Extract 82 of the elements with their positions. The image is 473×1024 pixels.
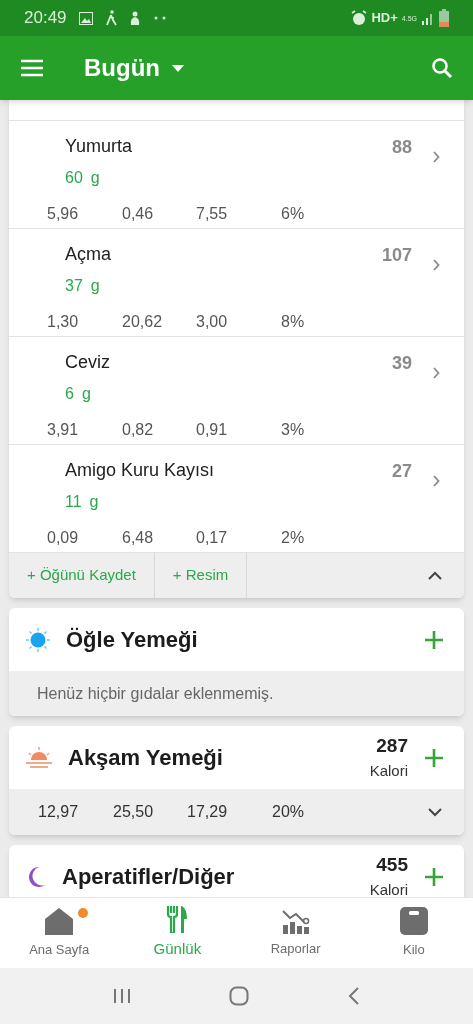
food-unit: g [89,492,99,512]
food-unit: g [81,384,91,404]
meal-title: Akşam Yemeği [68,744,223,772]
macro-value: 6,48 [122,528,155,548]
image-icon [78,11,93,25]
chevron-right-icon[interactable] [432,151,440,163]
food-name: Amigo Kuru Kayısı [65,459,216,482]
walking-icon [104,10,117,26]
macro-value: 5,96 [47,204,80,224]
add-icon[interactable] [424,629,444,650]
expand-icon[interactable] [428,807,442,817]
food-unit: g [90,276,100,296]
fork-knife-icon [166,905,189,934]
network-label: HD+ [371,9,398,28]
macro-value: 0,46 [122,204,155,224]
add-icon[interactable] [424,747,444,768]
more-notifications-icon [152,16,167,20]
recent-apps-icon[interactable] [113,988,132,1004]
collapse-icon[interactable] [428,571,442,580]
macro-value: 3,91 [47,420,80,440]
macro-value: 3% [281,420,306,440]
calories-label: Kalori [369,881,408,897]
clock-time: 20:49 [24,7,67,30]
food-row[interactable]: Yumurta 60 g 5,96 0,46 7,55 6% 88 [9,121,464,229]
date-dropdown[interactable]: Bugün [84,50,184,86]
meal-title: Aperatifler/Diğer [62,863,235,891]
chevron-right-icon[interactable] [432,367,440,379]
food-row[interactable]: Açma 37 g 1,30 20,62 3,00 8% 107 [9,229,464,337]
battery-icon [439,9,449,27]
alarm-icon [351,10,368,26]
nav-tab[interactable]: Raporlar [236,898,355,968]
food-name: Açma [65,243,112,266]
food-row[interactable]: Ceviz 6 g 3,91 0,82 0,91 3% 39 [9,337,464,445]
chevron-right-icon[interactable] [432,259,440,271]
caret-icon [172,64,184,72]
macro-value: 8% [281,312,306,332]
food-calories: 27 [391,460,412,483]
food-name: Yumurta [65,135,134,158]
macro-value: 20,62 [122,312,164,332]
menu-icon[interactable] [20,59,44,77]
macro-value: 7,55 [196,204,229,224]
macro-value: 0,91 [196,420,229,440]
macro-value: 2% [281,528,306,548]
food-amount: 37 [65,276,83,296]
meal-title: Öğle Yemeği [66,626,198,654]
sun-icon [25,626,51,653]
chevron-right-icon[interactable] [432,475,440,487]
food-name: Ceviz [65,351,111,374]
macro-value: 0,17 [196,528,229,548]
food-unit: g [90,168,100,188]
macro-value: 6% [281,204,306,224]
back-icon[interactable] [347,987,360,1005]
food-calories: 39 [391,352,412,375]
food-calories: 88 [391,136,412,159]
macro-value: 17,29 [187,802,229,822]
macro-value: 3,00 [196,312,229,332]
macro-value: 0,09 [47,528,80,548]
person-icon [128,11,141,25]
sunset-icon [25,744,53,771]
macro-value: 0,82 [122,420,155,440]
chart-icon [281,907,310,934]
search-icon[interactable] [431,57,453,79]
home-button-icon[interactable] [229,986,250,1006]
macro-value: 1,30 [47,312,80,332]
add-icon[interactable] [424,866,444,887]
food-amount: 11 [65,492,82,512]
scale-icon [399,906,428,935]
meal-calories: 455 [376,853,408,877]
empty-note: Henüz hiçbir gıdalar eklenmemiş. [9,671,464,716]
macro-value: 12,97 [38,802,80,822]
nav-tab[interactable]: Kilo [354,898,473,968]
food-amount: 6 [65,384,74,404]
macro-value: 20% [272,802,306,822]
macro-value: 25,50 [113,802,155,822]
signal-icon [421,11,435,25]
nav-tab[interactable]: Günlük [118,898,237,968]
home-icon [44,906,75,935]
meal-calories: 287 [376,734,408,758]
food-amount: 60 [65,168,83,188]
food-calories: 107 [381,244,412,267]
nav-tab[interactable]: Ana Sayfa [0,898,119,968]
calories-label: Kalori [369,762,408,781]
